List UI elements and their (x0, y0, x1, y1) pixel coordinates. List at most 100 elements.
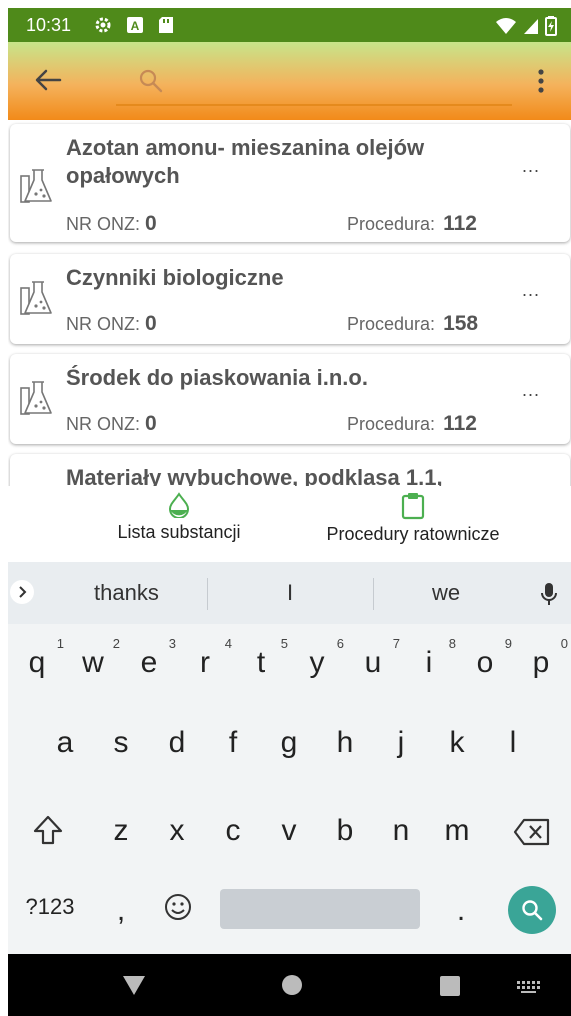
procedure-value: 158 (443, 312, 479, 335)
back-arrow-icon[interactable] (30, 62, 66, 98)
more-options-button[interactable]: ... (522, 380, 540, 401)
search-icon (522, 900, 543, 921)
recents-square-icon[interactable] (440, 976, 460, 996)
procedure-value: 112 (443, 412, 477, 435)
key-s[interactable]: s (96, 726, 146, 760)
suggestion-3[interactable]: we (432, 580, 460, 606)
wifi-icon (496, 18, 516, 34)
substance-card[interactable]: Materiały wybuchowe, podklasa 1.1, (10, 454, 570, 486)
onz-label: NR ONZ: (66, 314, 140, 334)
substance-name: Materiały wybuchowe, podklasa 1.1, (66, 465, 443, 486)
key-label: p (532, 646, 550, 679)
key-hint: 8 (448, 636, 456, 651)
comma-key[interactable]: , (96, 894, 146, 928)
status-time: 10:31 (26, 15, 72, 35)
nav-rescue-procedures-label: Procedury ratownicze (326, 524, 500, 544)
suggestion-2[interactable]: I (287, 580, 293, 606)
keyboard-switch-icon[interactable] (516, 980, 542, 994)
key-hint: 7 (392, 636, 400, 651)
symbols-key[interactable]: ?123 (20, 894, 80, 920)
spacebar[interactable] (220, 889, 420, 929)
home-circle-icon[interactable] (281, 974, 303, 996)
emoji-icon[interactable] (163, 892, 193, 922)
clipboard-icon (401, 493, 425, 520)
key-hint: 1 (56, 636, 64, 651)
search-underline (116, 104, 512, 106)
bottom-navigation: Lista substancji Procedury ratownicze (8, 486, 571, 562)
expand-toolbar-icon[interactable] (10, 580, 34, 604)
procedure-label: Procedura: (347, 214, 436, 234)
onz-number: NR ONZ: 0 (66, 212, 157, 236)
microphone-icon[interactable] (540, 582, 558, 606)
key-o[interactable]: o9 (460, 636, 512, 680)
substance-card[interactable]: Czynniki biologiczne ... NR ONZ: 0 Proce… (10, 254, 570, 344)
key-b[interactable]: b (320, 814, 370, 848)
procedure-number: Procedura: 112 (347, 412, 477, 436)
period-key[interactable]: . (436, 894, 486, 928)
more-options-button[interactable]: ... (522, 280, 540, 301)
chemistry-flask-icon (20, 169, 52, 203)
key-q[interactable]: q1 (12, 636, 64, 680)
key-hint: 2 (112, 636, 120, 651)
onz-number: NR ONZ: 0 (66, 412, 157, 436)
key-d[interactable]: d (152, 726, 202, 760)
key-r[interactable]: r4 (180, 636, 232, 680)
key-v[interactable]: v (264, 814, 314, 848)
key-label: i (425, 646, 433, 679)
onz-number: NR ONZ: 0 (66, 312, 157, 336)
key-w[interactable]: w2 (68, 636, 120, 680)
back-triangle-icon[interactable] (122, 974, 146, 996)
keyboard-search-button[interactable] (508, 886, 556, 934)
key-x[interactable]: x (152, 814, 202, 848)
key-f[interactable]: f (208, 726, 258, 760)
key-y[interactable]: y6 (292, 636, 345, 680)
suggestion-1[interactable]: thanks (94, 580, 159, 606)
key-e[interactable]: e3 (124, 636, 176, 680)
key-hint: 4 (224, 636, 232, 651)
procedure-number: Procedura: 112 (347, 212, 477, 236)
substance-name: Azotan amonu- mieszanina olejów opałowyc… (66, 135, 425, 188)
procedure-label: Procedura: (347, 314, 436, 334)
app-screen: 10:31 A Azotan amonu- mieszanina olejów … (0, 0, 571, 1016)
keyboard-keys: q1 w2 e3 r4 t5 y6 u7 i8 o9 p0 a s d f g … (8, 624, 571, 954)
key-i[interactable]: i8 (404, 636, 456, 680)
key-c[interactable]: c (208, 814, 258, 848)
key-label: e (140, 646, 158, 679)
key-label: t (256, 646, 266, 679)
backspace-icon[interactable] (513, 818, 551, 846)
key-j[interactable]: j (376, 726, 426, 760)
substance-card[interactable]: Azotan amonu- mieszanina olejów opałowyc… (10, 124, 570, 242)
key-g[interactable]: g (264, 726, 314, 760)
key-hint: 3 (168, 636, 176, 651)
procedure-number: Procedura: 158 (347, 312, 478, 336)
key-hint: 9 (504, 636, 512, 651)
search-icon (139, 69, 163, 93)
key-label: u (364, 646, 382, 679)
key-m[interactable]: m (432, 814, 482, 848)
shift-icon[interactable] (32, 814, 64, 846)
onz-value: 0 (145, 212, 157, 235)
nav-substance-list[interactable]: Lista substancji (104, 492, 254, 543)
suggestion-divider (373, 578, 374, 610)
search-field (116, 58, 512, 106)
substance-card[interactable]: Środek do piaskowania i.n.o. ... NR ONZ:… (10, 354, 570, 444)
key-hint: 5 (280, 636, 288, 651)
key-label: w (82, 646, 104, 679)
key-a[interactable]: a (40, 726, 90, 760)
onz-label: NR ONZ: (66, 214, 140, 234)
search-input[interactable] (172, 66, 496, 98)
key-n[interactable]: n (376, 814, 426, 848)
overflow-menu-icon[interactable] (529, 64, 553, 98)
key-z[interactable]: z (96, 814, 146, 848)
key-l[interactable]: l (488, 726, 538, 760)
onz-label: NR ONZ: (66, 414, 140, 434)
nav-rescue-procedures[interactable]: Procedury ratownicze (308, 492, 518, 545)
more-options-button[interactable]: ... (522, 156, 540, 177)
key-k[interactable]: k (432, 726, 482, 760)
key-p[interactable]: p0 (516, 636, 568, 680)
key-u[interactable]: u7 (348, 636, 400, 680)
drop-icon (168, 492, 190, 518)
key-h[interactable]: h (320, 726, 370, 760)
key-label: r (200, 646, 210, 679)
key-t[interactable]: t5 (236, 636, 288, 680)
